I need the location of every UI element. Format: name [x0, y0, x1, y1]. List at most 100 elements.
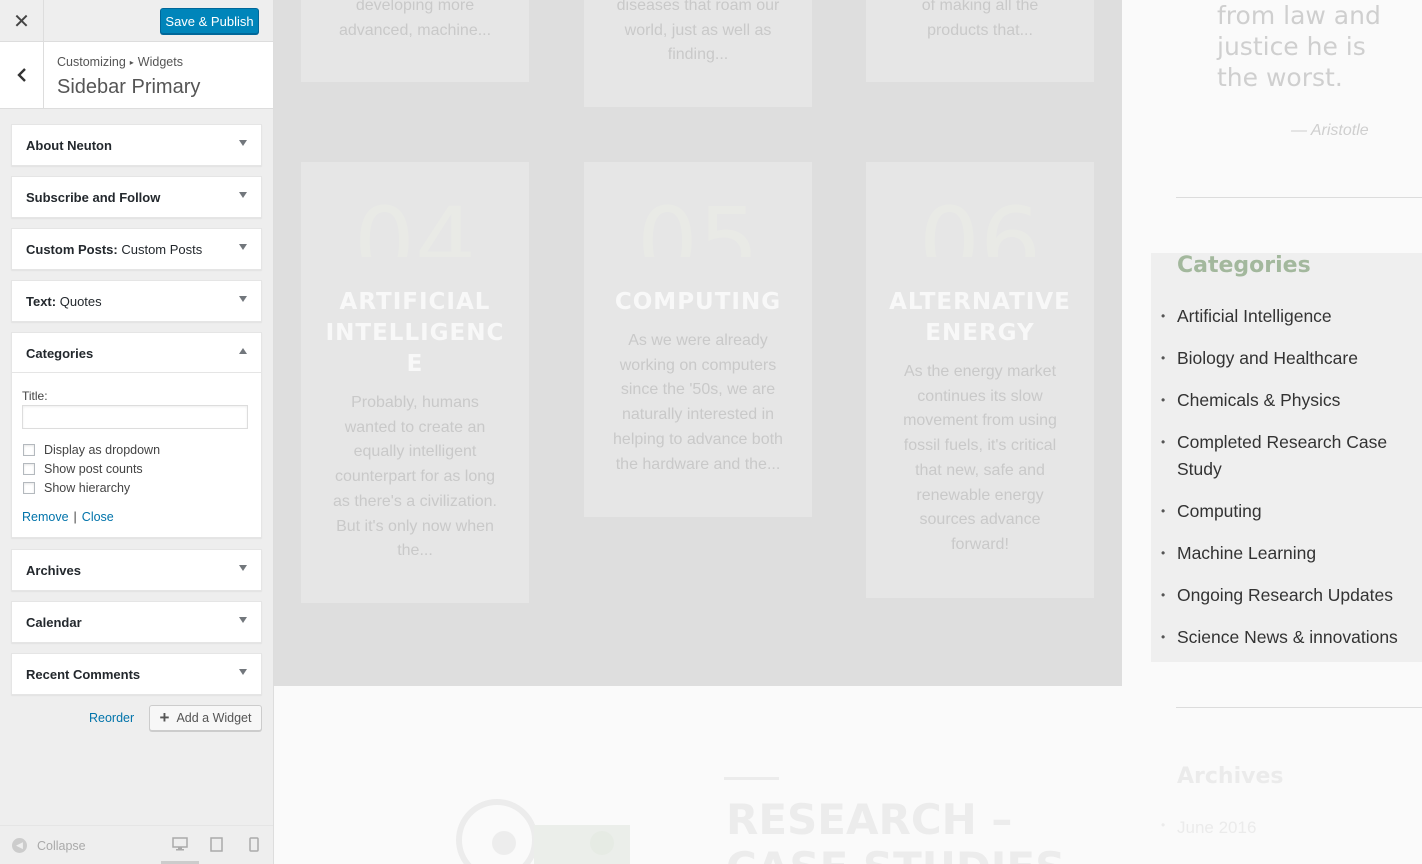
card-title-line: ARTIFICIAL [339, 289, 491, 315]
option-label: Show hierarchy [44, 481, 131, 495]
robot-illustration [442, 795, 637, 864]
checkbox[interactable] [23, 482, 35, 494]
card-title-line: ENERGY [925, 320, 1035, 346]
breadcrumb-root: Customizing [57, 55, 126, 69]
site-preview: developing more advanced, machine... dis… [274, 0, 1422, 864]
widget-title: Archives [26, 563, 81, 578]
breadcrumb: Customizing ▸ Widgets [57, 55, 183, 69]
widget-subscribe-follow[interactable]: Subscribe and Follow [11, 176, 262, 218]
widget-categories[interactable]: Categories Title: Display as dropdown Sh… [11, 332, 262, 538]
services-section: developing more advanced, machine... dis… [274, 0, 1122, 686]
divider [1176, 707, 1422, 708]
chevron-down-icon[interactable] [239, 296, 247, 302]
quote-line: the worst. [1217, 63, 1343, 92]
checkbox[interactable] [23, 463, 35, 475]
widget-subtitle: Custom Posts [117, 242, 203, 257]
widget-title: Text: [26, 294, 57, 309]
breadcrumb-leaf: Widgets [137, 55, 183, 69]
research-title: RESEARCH – [726, 795, 1013, 844]
category-link[interactable]: Ongoing Research Updates [1151, 582, 1401, 609]
card-text-line: working on computers [619, 356, 777, 374]
back-arrow-icon[interactable] [0, 42, 44, 108]
widget-title: Recent Comments [26, 667, 141, 682]
desktop-preview-icon[interactable] [172, 837, 188, 854]
option-show-hierarchy[interactable]: Show hierarchy [23, 481, 130, 495]
card-text-line: products that... [927, 21, 1033, 39]
option-show-post-counts[interactable]: Show post counts [23, 462, 143, 476]
chevron-down-icon[interactable] [239, 617, 247, 623]
chevron-down-icon[interactable] [239, 669, 247, 675]
archive-link[interactable]: June 2016 [1177, 818, 1256, 838]
title-label: Title: [22, 389, 48, 403]
card-text-line: diseases that roam our [616, 0, 780, 14]
chevron-down-icon[interactable] [239, 140, 247, 146]
collapse-arrow-icon: ◀ [12, 838, 27, 853]
reorder-link[interactable]: Reorder [89, 711, 134, 725]
chevron-down-icon[interactable] [239, 565, 247, 571]
pipe-separator: | [73, 510, 77, 524]
card-title-line: INTELLIGENC [325, 320, 505, 346]
widget-custom-posts[interactable]: Custom Posts: Custom Posts [11, 228, 262, 270]
quote-line: justice he is [1217, 32, 1366, 61]
widget-about-neuton[interactable]: About Neuton [11, 124, 262, 166]
widget-text-quotes[interactable]: Text: Quotes [11, 280, 262, 322]
widget-title: Custom Posts: [26, 242, 118, 257]
add-widget-button[interactable]: + Add a Widget [149, 705, 262, 731]
checkbox[interactable] [23, 444, 35, 456]
card-text-line: world, just as well as [624, 21, 772, 39]
widget-subtitle: Quotes [56, 294, 102, 309]
section-title: Sidebar Primary [57, 76, 201, 98]
title-input[interactable] [22, 405, 248, 429]
remove-link[interactable]: Remove [22, 510, 69, 524]
breadcrumb-separator-icon: ▸ [129, 58, 134, 67]
service-card-top: developing more advanced, machine... [301, 0, 529, 82]
service-card-top: of making all the products that... [866, 0, 1094, 82]
widget-title: Calendar [26, 615, 82, 630]
section-dash [724, 777, 779, 780]
widget-calendar[interactable]: Calendar [11, 601, 262, 643]
chevron-down-icon[interactable] [239, 244, 247, 250]
archives-heading: Archives [1177, 764, 1284, 789]
widget-recent-comments[interactable]: Recent Comments [11, 653, 262, 695]
category-link[interactable]: Science News & innovations [1151, 624, 1401, 651]
card-title-line: ALTERNATIVE [889, 289, 1071, 315]
collapse-label: Collapse [37, 838, 86, 853]
service-card[interactable]: 06 ALTERNATIVE ENERGY As the energy mark… [866, 162, 1094, 598]
card-text-line: since the '50s, we are [620, 381, 776, 399]
categories-list: Artificial Intelligence Biology and Heal… [1151, 303, 1422, 666]
tablet-preview-icon[interactable] [210, 837, 223, 855]
option-label: Display as dropdown [44, 443, 161, 457]
category-link[interactable]: Machine Learning [1151, 540, 1401, 567]
card-text-line: As we were already [628, 332, 768, 349]
card-text-line: Probably, humans [351, 394, 479, 411]
option-display-dropdown[interactable]: Display as dropdown [23, 443, 160, 457]
mobile-preview-icon[interactable] [249, 837, 259, 855]
widget-actions: Remove | Close [22, 510, 114, 524]
close-icon[interactable]: ✕ [0, 0, 44, 42]
service-card[interactable]: 05 COMPUTING As we were already working … [584, 162, 812, 517]
collapse-button[interactable]: ◀ Collapse [12, 838, 86, 853]
research-title-line2: CASE STUDIES [726, 843, 1065, 864]
category-link[interactable]: Biology and Healthcare [1151, 345, 1401, 372]
service-card-top: diseases that roam our world, just as we… [584, 0, 812, 107]
chevron-up-icon[interactable] [239, 348, 247, 354]
category-link[interactable]: Artificial Intelligence [1151, 303, 1401, 330]
card-number: 05 [636, 195, 760, 257]
card-text-line: of making all the [921, 0, 1039, 14]
card-text-line: the hardware and the... [615, 455, 781, 473]
category-link[interactable]: Chemicals & Physics [1151, 387, 1401, 414]
widget-archives[interactable]: Archives [11, 549, 262, 591]
card-text-line: As the energy market [903, 363, 1057, 380]
bullet: • [1161, 818, 1166, 832]
card-text-line: the... [397, 542, 433, 560]
category-link[interactable]: Completed Research Case Study [1151, 429, 1401, 483]
service-card[interactable]: 04 ARTIFICIAL INTELLIGENC E Probably, hu… [301, 162, 529, 603]
quote-text: from law and justice he is the worst. [1217, 0, 1381, 93]
card-text-line: developing more [355, 0, 475, 14]
category-link[interactable]: Computing [1151, 498, 1401, 525]
close-link[interactable]: Close [82, 510, 114, 524]
card-text-line: helping to advance both [613, 430, 783, 448]
save-publish-button[interactable]: Save & Publish [160, 8, 259, 34]
card-number: 06 [918, 195, 1042, 257]
chevron-down-icon[interactable] [239, 192, 247, 198]
